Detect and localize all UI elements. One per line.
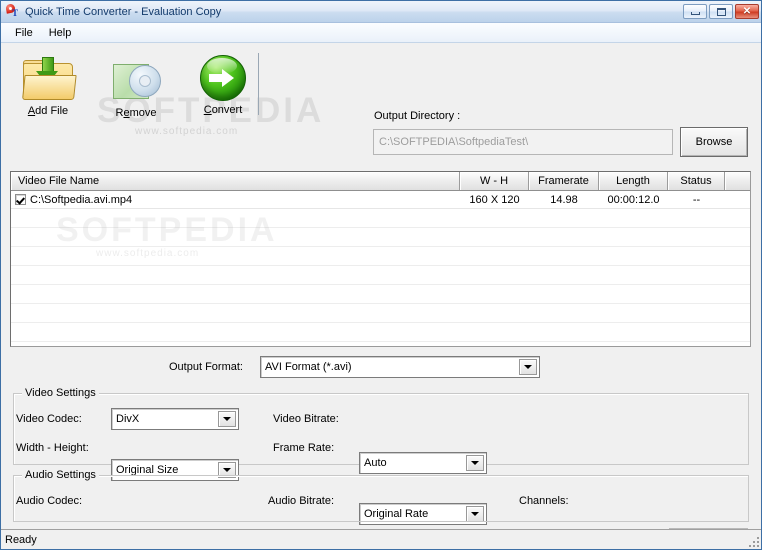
column-header-width-height[interactable]: W - H xyxy=(460,172,529,190)
menu-bar: File Help xyxy=(1,23,761,43)
output-format-select[interactable]: AVI Format (*.avi) xyxy=(260,356,540,378)
column-header-status[interactable]: Status xyxy=(668,172,725,190)
audio-codec-label: Audio Codec: xyxy=(16,495,83,507)
remove-button[interactable]: Remove xyxy=(97,57,175,119)
video-bitrate-value: Auto xyxy=(364,457,387,469)
toolbar-separator xyxy=(258,53,259,115)
menu-item-help[interactable]: Help xyxy=(41,25,80,41)
video-file-list[interactable]: Video File Name W - H Framerate Length S… xyxy=(10,171,751,347)
status-bar: Ready xyxy=(1,529,761,549)
column-header-framerate[interactable]: Framerate xyxy=(529,172,599,190)
chevron-down-icon[interactable] xyxy=(466,455,484,471)
add-file-label: Add File xyxy=(27,105,69,117)
width-height-label: Width - Height: xyxy=(16,442,89,454)
output-format-label: Output Format: xyxy=(169,361,243,373)
close-icon: ✕ xyxy=(742,5,752,17)
video-codec-label: Video Codec: xyxy=(16,413,82,425)
output-directory-input[interactable]: C:\SOFTPEDIA\SoftpediaTest\ xyxy=(373,129,673,155)
remove-label: Remove xyxy=(115,107,157,119)
video-bitrate-select[interactable]: Auto xyxy=(359,452,487,474)
cell-framerate: 14.98 xyxy=(550,193,578,206)
output-directory-label: Output Directory : xyxy=(374,110,461,122)
empty-list-row xyxy=(11,323,750,342)
add-file-button[interactable]: Add File xyxy=(9,55,87,117)
disc-remove-icon xyxy=(97,57,175,105)
cell-status: -- xyxy=(692,193,701,206)
empty-list-row xyxy=(11,209,750,228)
table-row[interactable]: C:\Softpedia.avi.mp4 160 X 120 14.98 00:… xyxy=(11,191,750,209)
frame-rate-label: Frame Rate: xyxy=(273,442,335,454)
resize-grip-icon[interactable] xyxy=(747,535,759,547)
chevron-down-icon[interactable] xyxy=(218,411,236,427)
maximize-button[interactable] xyxy=(709,4,733,19)
empty-list-row xyxy=(11,285,750,304)
cell-length: 00:00:12.0 xyxy=(607,193,660,206)
quicktime-app-icon: T xyxy=(5,2,21,20)
channels-label: Channels: xyxy=(519,495,569,507)
convert-label: Convert xyxy=(203,104,243,116)
folder-down-arrow-icon xyxy=(9,55,87,103)
application-window: T Quick Time Converter - Evaluation Copy… xyxy=(0,0,762,550)
status-text: Ready xyxy=(5,533,37,546)
window-title: Quick Time Converter - Evaluation Copy xyxy=(25,5,222,18)
empty-list-row xyxy=(11,304,750,323)
main-panel: SOFTPEDIA www.softpedia.com Add File Rem… xyxy=(1,43,761,529)
title-bar: T Quick Time Converter - Evaluation Copy… xyxy=(1,1,761,23)
list-header-row: Video File Name W - H Framerate Length S… xyxy=(11,172,750,191)
convert-button[interactable]: Convert xyxy=(184,54,262,116)
empty-list-row xyxy=(11,247,750,266)
softpedia-watermark-url: www.softpedia.com xyxy=(135,126,239,137)
cell-file-name: C:\Softpedia.avi.mp4 xyxy=(11,194,460,206)
green-arrow-convert-icon xyxy=(184,54,262,102)
output-format-value: AVI Format (*.avi) xyxy=(265,361,352,373)
empty-list-row xyxy=(11,228,750,247)
video-codec-select[interactable]: DivX xyxy=(111,408,239,430)
cell-file-name-text: C:\Softpedia.avi.mp4 xyxy=(30,193,133,206)
minimize-button[interactable] xyxy=(683,4,707,19)
empty-list-row xyxy=(11,266,750,285)
menu-item-file[interactable]: File xyxy=(7,25,41,41)
video-settings-title: Video Settings xyxy=(22,387,99,399)
close-button[interactable]: ✕ xyxy=(735,4,759,19)
cell-width-height: 160 X 120 xyxy=(469,193,520,206)
video-bitrate-label: Video Bitrate: xyxy=(273,413,339,425)
chevron-down-icon[interactable] xyxy=(519,359,537,375)
column-header-length[interactable]: Length xyxy=(599,172,668,190)
audio-bitrate-label: Audio Bitrate: xyxy=(268,495,335,507)
video-codec-value: DivX xyxy=(116,413,140,425)
row-checkbox[interactable] xyxy=(15,194,26,205)
window-controls: ✕ xyxy=(683,4,759,19)
column-header-video-file-name[interactable]: Video File Name xyxy=(11,172,460,190)
browse-button[interactable]: Browse xyxy=(680,127,748,157)
column-header-spacer xyxy=(725,172,750,190)
audio-settings-group: Audio Settings xyxy=(13,469,749,522)
audio-settings-title: Audio Settings xyxy=(22,469,99,481)
